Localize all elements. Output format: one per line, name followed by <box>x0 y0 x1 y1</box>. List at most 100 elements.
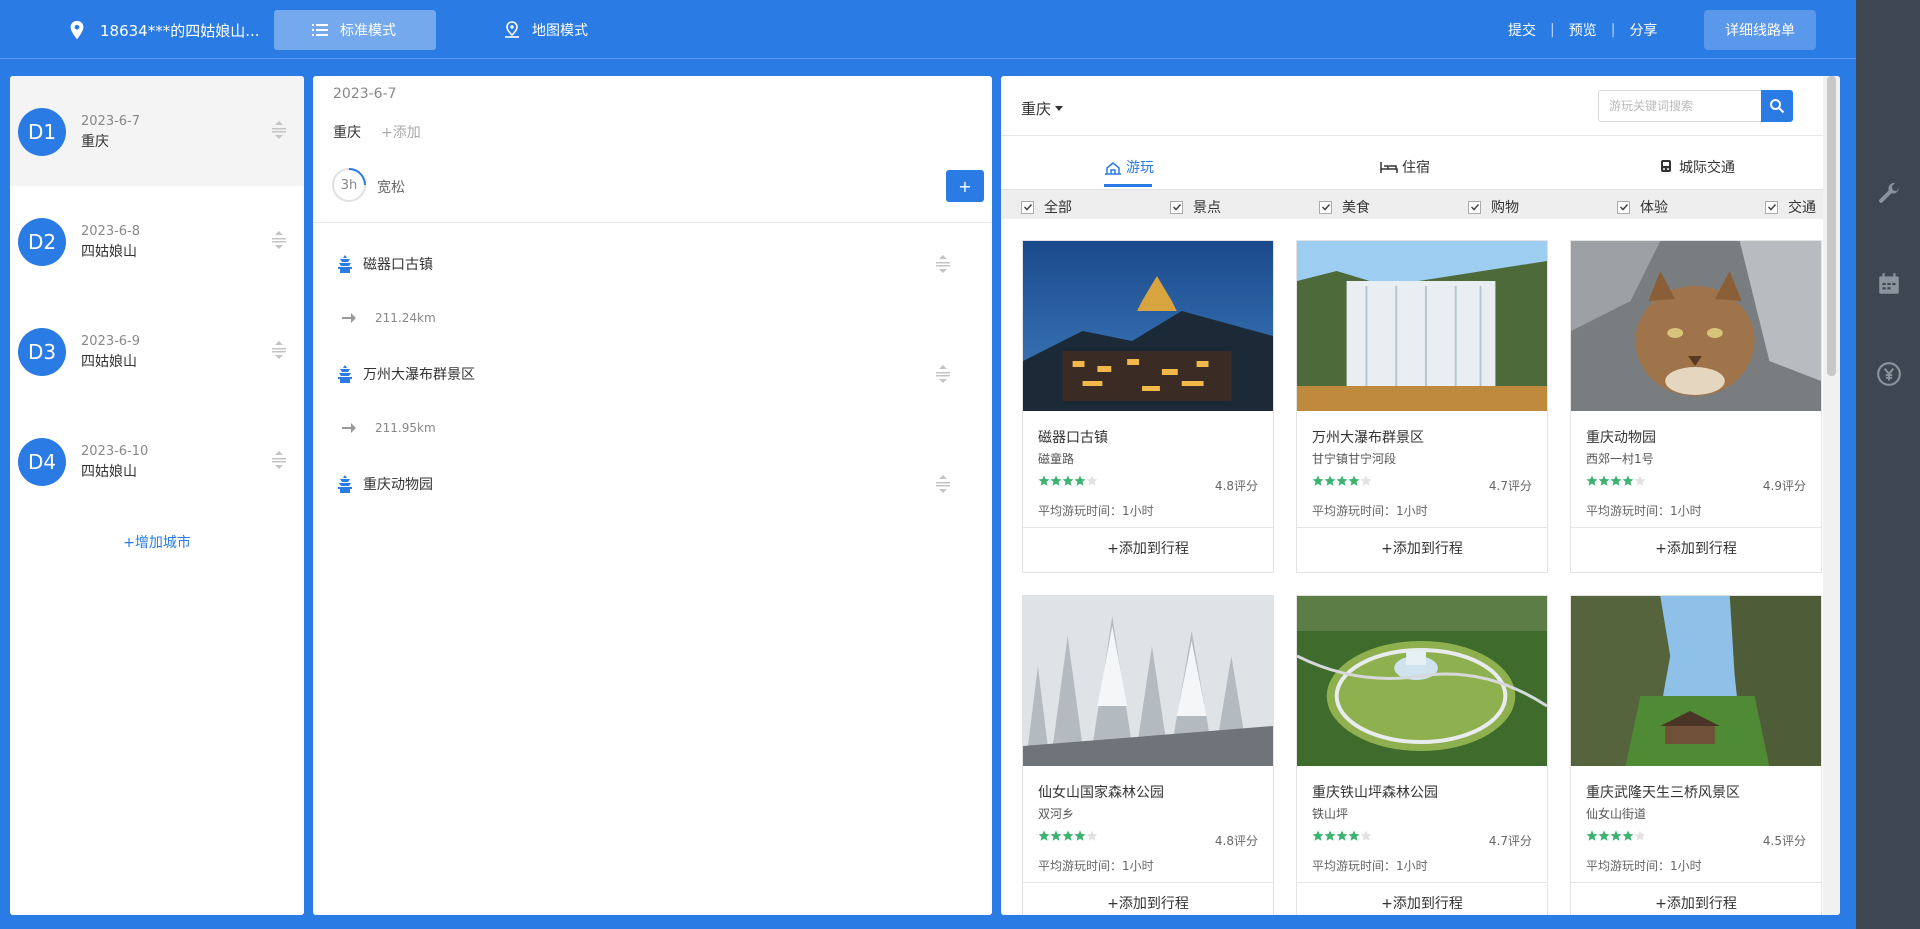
poi-panel: 重庆 游玩 住宿 城际交通 全部 景点 美食 购物 体验 交通 <box>1001 76 1840 915</box>
star-filled-icon <box>1348 475 1360 486</box>
star-filled-icon <box>1586 830 1598 841</box>
star-rating <box>1586 830 1646 842</box>
day-city: 四姑娘山 <box>81 464 137 480</box>
add-city-button[interactable]: +添加 <box>381 122 421 142</box>
poi-address: 磁童路 <box>1038 452 1075 466</box>
day-city: 四姑娘山 <box>81 244 137 260</box>
filter-shopping-checkbox[interactable]: 购物 <box>1468 197 1519 217</box>
day-item[interactable]: D2 2023-6-8 四姑娘山 <box>10 186 304 296</box>
poi-avg-time: 平均游玩时间：1小时 <box>1586 504 1702 518</box>
poi-name: 仙女山国家森林公园 <box>1038 785 1164 801</box>
tab-label: 住宿 <box>1402 160 1430 176</box>
day-item[interactable]: D4 2023-6-10 四姑娘山 <box>10 406 304 516</box>
arrow-right-icon <box>342 313 356 323</box>
filter-transport-checkbox[interactable]: 交通 <box>1765 197 1816 217</box>
separator: | <box>1550 22 1555 38</box>
day-item[interactable]: D1 2023-6-7 重庆 <box>10 76 304 186</box>
filter-food-checkbox[interactable]: 美食 <box>1319 197 1370 217</box>
poi-address: 铁山坪 <box>1312 807 1349 821</box>
tab-play[interactable]: 游玩 <box>1104 156 1154 178</box>
tab-hotel[interactable]: 住宿 <box>1380 156 1430 178</box>
separator: | <box>1610 22 1616 38</box>
day-item[interactable]: D3 2023-6-9 四姑娘山 <box>10 296 304 406</box>
poi-address: 双河乡 <box>1038 807 1075 821</box>
drag-handle-icon[interactable] <box>271 230 287 250</box>
drag-handle-icon[interactable] <box>935 474 951 494</box>
day-date: 2023-6-10 <box>81 444 149 459</box>
poi-photo-ancient-town <box>1023 241 1273 411</box>
poi-card[interactable]: 万州大瀑布群景区 甘宁镇甘宁河段 4.7评分 平均游玩时间：1小时 +添加到行程 <box>1296 240 1548 573</box>
add-city-link[interactable]: +增加城市 <box>10 532 304 552</box>
drag-handle-icon[interactable] <box>271 340 287 360</box>
stop-item[interactable]: 万州大瀑布群景区 <box>337 364 475 384</box>
drag-handle-icon[interactable] <box>935 364 951 384</box>
filter-label: 购物 <box>1491 200 1519 216</box>
search-input[interactable] <box>1598 90 1761 122</box>
filter-label: 景点 <box>1193 200 1221 216</box>
map-mode-button[interactable]: 地图模式 <box>466 10 606 50</box>
star-filled-icon <box>1622 830 1634 841</box>
stop-item[interactable]: 磁器口古镇 <box>337 254 433 274</box>
city-dropdown-label: 重庆 <box>1021 100 1052 118</box>
scrollbar-thumb[interactable] <box>1827 76 1836 376</box>
preview-link[interactable]: 预览 <box>1569 20 1597 40</box>
star-rating <box>1312 475 1372 487</box>
wrench-icon[interactable] <box>1876 181 1902 207</box>
poi-card[interactable]: 重庆武隆天生三桥风景区 仙女山街道 4.5评分 平均游玩时间：1小时 +添加到行… <box>1570 595 1822 915</box>
poi-score: 4.8评分 <box>1214 479 1258 493</box>
star-filled-icon <box>1586 475 1598 486</box>
city-dropdown[interactable]: 重庆 <box>1021 98 1064 119</box>
add-to-trip-button[interactable]: +添加到行程 <box>1571 893 1821 913</box>
star-filled-icon <box>1062 830 1074 841</box>
filter-experience-checkbox[interactable]: 体验 <box>1617 197 1668 217</box>
divider <box>1297 882 1547 883</box>
poi-card[interactable]: 重庆铁山坪森林公园 铁山坪 4.7评分 平均游玩时间：1小时 +添加到行程 <box>1296 595 1548 915</box>
pagoda-icon <box>338 475 352 493</box>
day-city: 重庆 <box>81 134 109 150</box>
star-filled-icon <box>1038 830 1050 841</box>
trip-title[interactable]: 18634***的四姑娘山... <box>66 19 260 41</box>
add-to-trip-button[interactable]: +添加到行程 <box>1023 893 1273 913</box>
detail-route-button[interactable]: 详细线路单 <box>1704 10 1816 50</box>
filter-label: 全部 <box>1044 200 1072 216</box>
stop-item[interactable]: 重庆动物园 <box>337 474 433 494</box>
scrollbar[interactable] <box>1823 76 1840 915</box>
star-filled-icon <box>1038 475 1050 486</box>
filter-label: 美食 <box>1342 200 1370 216</box>
poi-avg-time: 平均游玩时间：1小时 <box>1038 504 1154 518</box>
search-button[interactable] <box>1761 90 1793 122</box>
top-links: 提交 | 预览 | 分享 <box>1508 20 1657 40</box>
standard-mode-label: 标准模式 <box>340 23 396 39</box>
drag-handle-icon[interactable] <box>271 120 287 140</box>
share-link[interactable]: 分享 <box>1629 20 1657 40</box>
poi-card[interactable]: 磁器口古镇 磁童路 4.8评分 平均游玩时间：1小时 +添加到行程 <box>1022 240 1274 573</box>
star-filled-icon <box>1312 830 1324 841</box>
arrow-right-icon <box>342 423 356 433</box>
add-stop-button[interactable]: + <box>946 170 984 202</box>
drag-handle-icon[interactable] <box>271 450 287 470</box>
add-to-trip-button[interactable]: +添加到行程 <box>1023 538 1273 558</box>
day-date: 2023-6-9 <box>81 334 141 349</box>
calendar-icon[interactable] <box>1876 271 1902 297</box>
poi-photo-wildcat <box>1571 241 1821 411</box>
stop-name: 重庆动物园 <box>363 477 433 493</box>
drag-handle-icon[interactable] <box>935 254 951 274</box>
filter-all-checkbox[interactable]: 全部 <box>1021 197 1072 217</box>
tab-transport[interactable]: 城际交通 <box>1657 156 1735 178</box>
divider <box>1001 135 1823 136</box>
poi-card[interactable]: 重庆动物园 西郊一村1号 4.9评分 平均游玩时间：1小时 +添加到行程 <box>1570 240 1822 573</box>
add-to-trip-button[interactable]: +添加到行程 <box>1297 538 1547 558</box>
poi-card[interactable]: 仙女山国家森林公园 双河乡 4.8评分 平均游玩时间：1小时 +添加到行程 <box>1022 595 1274 915</box>
add-to-trip-button[interactable]: +添加到行程 <box>1297 893 1547 913</box>
poi-photo-frosty-forest <box>1023 596 1273 766</box>
yuan-coin-icon[interactable] <box>1876 361 1902 387</box>
add-to-trip-button[interactable]: +添加到行程 <box>1571 538 1821 558</box>
submit-link[interactable]: 提交 <box>1508 20 1536 40</box>
train-icon <box>1661 160 1671 172</box>
standard-mode-button[interactable]: 标准模式 <box>274 10 436 50</box>
divider <box>1023 527 1273 528</box>
star-filled-icon <box>1598 830 1610 841</box>
filter-sights-checkbox[interactable]: 景点 <box>1170 197 1221 217</box>
star-filled-icon <box>1610 830 1622 841</box>
divider <box>313 222 992 223</box>
